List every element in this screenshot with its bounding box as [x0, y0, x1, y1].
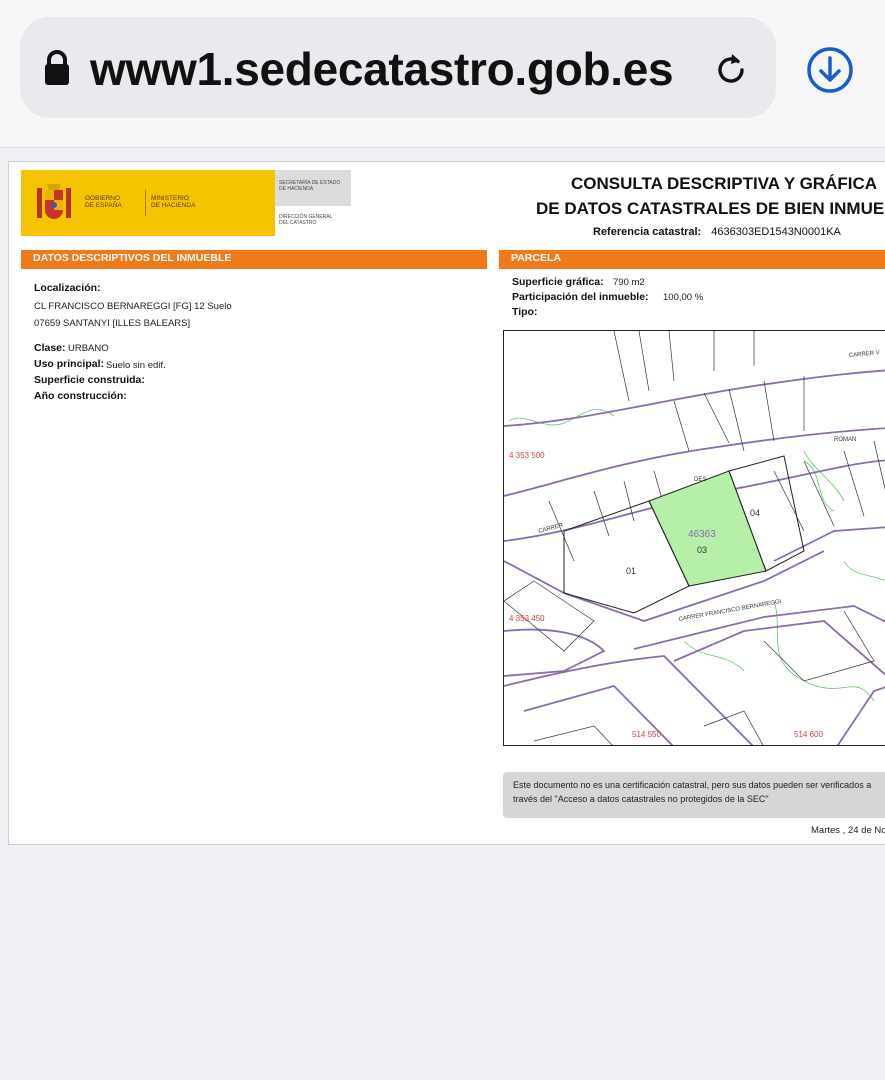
parcel-04-label: 04: [750, 508, 760, 518]
participacion-value: 100,00 %: [663, 292, 704, 303]
localizacion-line2: 07659 SANTANYI [ILLES BALEARS]: [34, 318, 191, 329]
parcel-id-label: 46363: [688, 529, 716, 540]
map-drawing: 46363 03 01 04 4 353 500 4 353 450 514 5…: [504, 331, 885, 745]
section-underline: [21, 267, 487, 269]
localizacion-line1: CL FRANCISCO BERNAREGGI [FG] 12 Suelo: [34, 301, 232, 312]
localizacion-label: Localización:: [34, 282, 101, 294]
disclaimer-notice: Este documento no es una certificación c…: [503, 772, 885, 818]
section-header-parcela: PARCELA: [499, 250, 885, 267]
logo-ministerio-text: MINISTERIO DE HACIENDA: [151, 195, 196, 209]
government-logo: GOBIERNO DE ESPAÑA MINISTERIO DE HACIEND…: [21, 170, 351, 236]
tipo-label: Tipo:: [512, 306, 538, 318]
coord-label-y2: 4 353 450: [509, 614, 545, 623]
uso-value: Suelo sin edif.: [106, 360, 166, 371]
reference-catastral: Referencia catastral: 4636303ED1543N0001K…: [593, 226, 841, 238]
coord-label-x1: 514 550: [632, 730, 661, 739]
street-label-bernareggi: CARRER FRANCISCO BERNAREGGI: [678, 599, 782, 623]
superficie-grafica-value: 790 m2: [613, 277, 645, 288]
uso-label: Uso principal:: [34, 358, 105, 370]
page-title-line2: DE DATOS CATASTRALES DE BIEN INMUEBLE: [536, 199, 885, 218]
section-underline: [499, 267, 885, 269]
logo-gobierno-text: GOBIERNO DE ESPAÑA: [85, 195, 122, 209]
page-title-line1: CONSULTA DESCRIPTIVA Y GRÁFICA: [571, 174, 878, 193]
ano-construccion-label: Año construcción:: [34, 390, 127, 402]
download-icon[interactable]: [806, 46, 854, 94]
coord-label-x2: 514 600: [794, 730, 823, 739]
browser-toolbar: www1.sedecatastro.gob.es: [0, 0, 885, 148]
logo-direccion-text: DIRECCIÓN GENERAL DEL CATASTRO: [279, 214, 333, 226]
lock-icon: [45, 50, 69, 85]
document-date: Martes , 24 de Noviembre: [811, 825, 885, 836]
clase-label: Clase:: [34, 342, 66, 354]
parcel-01-label: 01: [626, 566, 636, 576]
logo-secretaria-text: SECRETARÍA DE ESTADO DE HACIENDA: [279, 180, 341, 192]
superficie-construida-label: Superficie construida:: [34, 374, 145, 386]
reload-icon[interactable]: [712, 50, 752, 90]
street-label-roman: ROMAN: [834, 437, 856, 443]
parcel-sub-label: 03: [697, 545, 707, 555]
participacion-label: Participación del inmueble:: [512, 291, 649, 303]
coord-label-y1: 4 353 500: [509, 451, 545, 460]
section-header-descriptivos: DATOS DESCRIPTIVOS DEL INMUEBLE: [21, 250, 487, 267]
catastro-document: GOBIERNO DE ESPAÑA MINISTERIO DE HACIEND…: [8, 161, 885, 845]
street-label-carrer-v: CARRER V: [849, 350, 880, 359]
clase-value: URBANO: [68, 343, 109, 354]
coat-of-arms-icon: [37, 184, 71, 219]
cadastral-map[interactable]: 46363 03 01 04 4 353 500 4 353 450 514 5…: [503, 330, 885, 746]
street-label-des: DES: [694, 477, 706, 483]
superficie-grafica-label: Superficie gráfica:: [512, 276, 604, 288]
url-text[interactable]: www1.sedecatastro.gob.es: [90, 42, 674, 96]
